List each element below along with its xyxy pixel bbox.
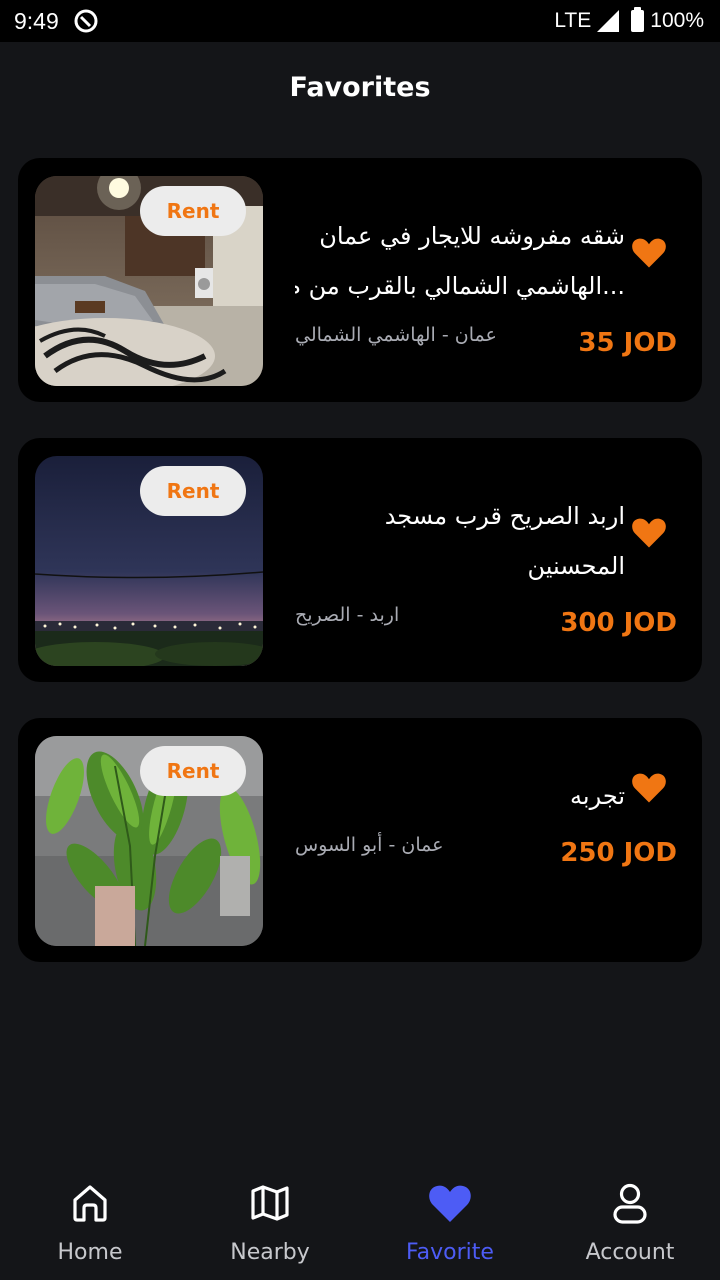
listing-price: 250 JOD (560, 838, 677, 868)
nav-nearby-label: Nearby (230, 1240, 310, 1265)
status-bar: 9:49 LTE 100% (0, 0, 720, 42)
listing-title-line-2: المحسنين (527, 552, 625, 580)
listing-title-line-1: شقه مفروشه للايجار في عمان (319, 222, 625, 250)
nav-account-label: Account (585, 1240, 675, 1265)
favorite-card[interactable]: Rent تجربه عمان - أبو السوس 250 JOD (18, 718, 702, 962)
bottom-navigation: Home Nearby Favorite Account (0, 1160, 720, 1280)
battery-icon (631, 7, 645, 32)
map-icon (251, 1185, 289, 1221)
listing-image: Rent (35, 176, 263, 386)
listing-location: عمان - الهاشمي الشمالي (295, 324, 497, 346)
favorite-card[interactable]: Rent شقه مفروشه للايجار في عمان ...الهاش… (18, 158, 702, 402)
nav-home-label: Home (57, 1240, 123, 1265)
listing-image: Rent (35, 736, 263, 946)
heart-icon (429, 1185, 471, 1222)
status-time: 9:49 (14, 7, 59, 34)
heart-filled-icon[interactable] (630, 515, 668, 549)
network-label: LTE (554, 9, 592, 32)
nav-favorite[interactable]: Favorite (360, 1160, 540, 1280)
rent-badge: Rent (140, 466, 246, 516)
listing-title-line-2: ...الهاشمي الشمالي بالقرب من م (295, 272, 625, 300)
rent-badge: Rent (140, 186, 246, 236)
nav-home[interactable]: Home (0, 1160, 180, 1280)
rent-badge: Rent (140, 746, 246, 796)
notification-app-icon (74, 9, 98, 33)
signal-icon (597, 10, 620, 32)
battery-level: 100% (650, 9, 704, 32)
nav-account[interactable]: Account (540, 1160, 720, 1280)
listing-price: 35 JOD (578, 328, 677, 358)
user-icon (613, 1183, 647, 1224)
listing-title-line-1: تجربه (570, 782, 625, 810)
nav-nearby[interactable]: Nearby (180, 1160, 360, 1280)
page-title: Favorites (289, 72, 431, 103)
heart-filled-icon[interactable] (630, 235, 668, 269)
favorite-card[interactable]: Rent اربد الصريح قرب مسجد المحسنين اربد … (18, 438, 702, 682)
heart-filled-icon[interactable] (630, 770, 668, 804)
listing-image: Rent (35, 456, 263, 666)
listing-price: 300 JOD (560, 608, 677, 638)
nav-favorite-label: Favorite (406, 1240, 494, 1265)
home-icon (73, 1185, 107, 1222)
listing-title-line-1: اربد الصريح قرب مسجد (384, 502, 625, 530)
